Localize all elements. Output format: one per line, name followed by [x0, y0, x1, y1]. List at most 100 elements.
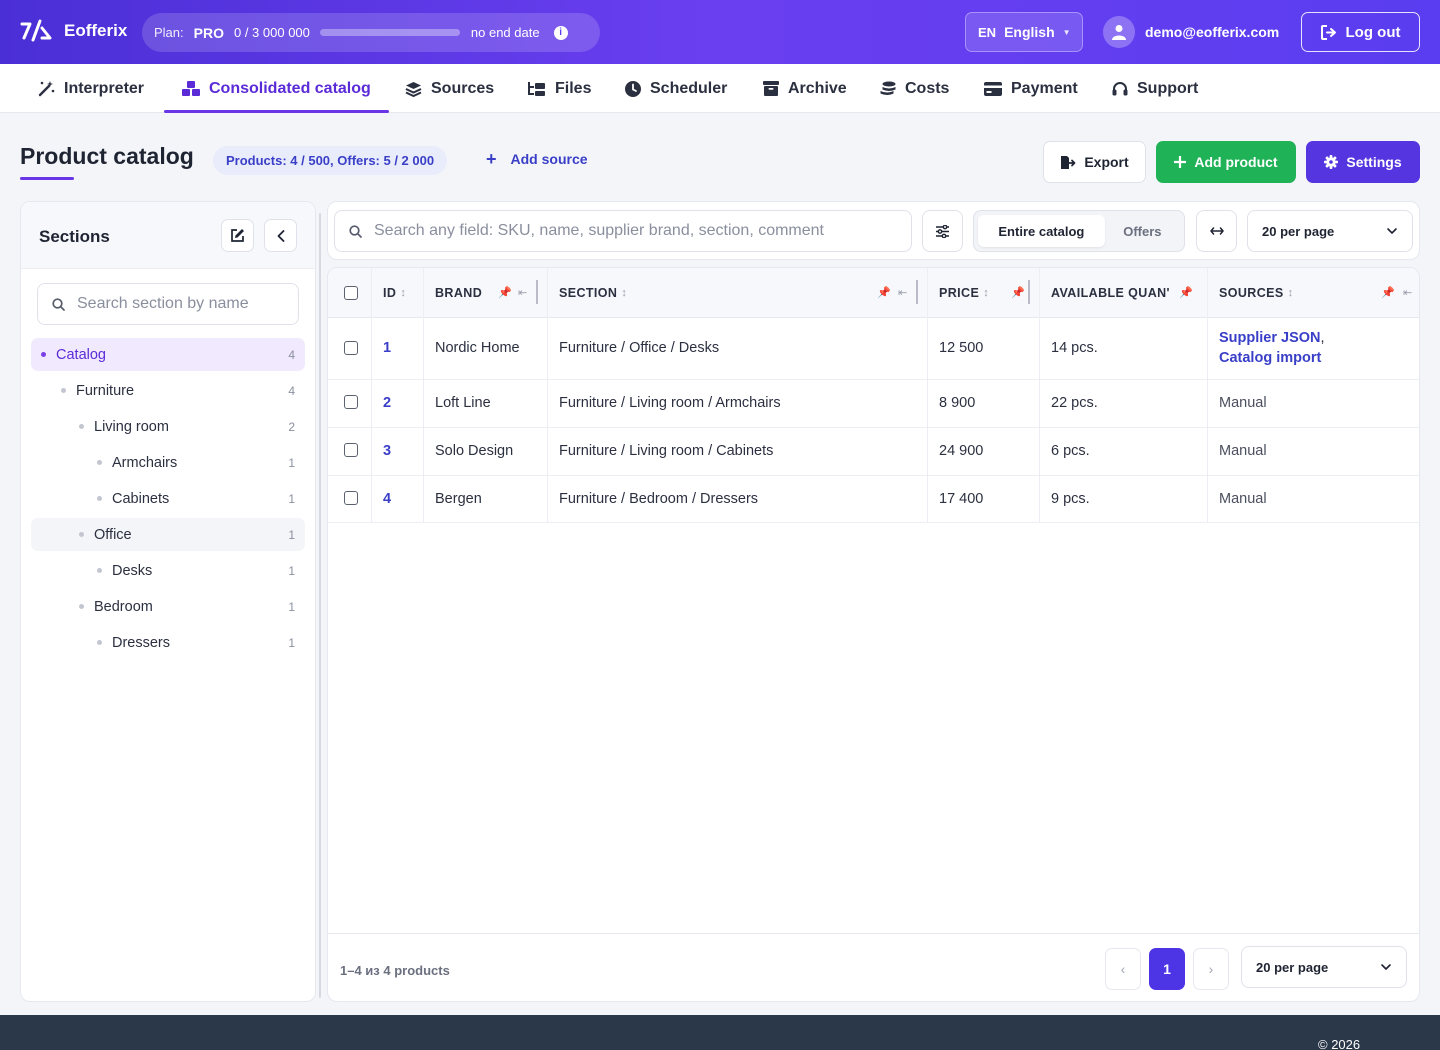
pin-icon[interactable]: 📌: [498, 286, 512, 299]
pin-left-icon[interactable]: ⇤: [1403, 286, 1412, 299]
catalog-search-input[interactable]: Search any field: SKU, name, supplier br…: [334, 210, 912, 252]
per-page-select[interactable]: 20 per page: [1247, 210, 1413, 252]
product-id-link[interactable]: 3: [383, 443, 391, 459]
sort-icon[interactable]: ↕: [621, 287, 627, 299]
tab-label: Files: [555, 79, 592, 97]
select-all-checkbox[interactable]: [344, 286, 358, 300]
source-link[interactable]: Catalog import: [1219, 350, 1321, 366]
pin-left-icon[interactable]: ⇤: [518, 286, 527, 299]
pin-icon[interactable]: 📌: [877, 286, 891, 299]
tree-bullet: [79, 604, 84, 609]
tab-files[interactable]: Files: [528, 64, 591, 113]
add-source-label: Add source: [510, 151, 588, 167]
user-icon: [1112, 25, 1126, 40]
tree-item-catalog[interactable]: Catalog 4: [31, 338, 305, 371]
tree-label: Dressers: [112, 634, 171, 651]
tab-interpreter[interactable]: Interpreter: [38, 64, 144, 113]
column-header-available-quantity[interactable]: AVAILABLE QUAN': [1051, 268, 1170, 318]
user-menu[interactable]: demo@eofferix.com: [1103, 16, 1279, 48]
add-source-link[interactable]: + Add source: [486, 150, 588, 168]
product-id-link[interactable]: 1: [383, 340, 391, 356]
table-row[interactable]: 4 Bergen Furniture / Bedroom / Dressers …: [328, 476, 1419, 523]
column-header-section[interactable]: SECTION ↕: [559, 268, 627, 318]
section-search-input[interactable]: Search section by name: [37, 283, 299, 325]
tab-label: Consolidated catalog: [209, 79, 371, 97]
tree-item-living-room[interactable]: Living room 2: [31, 410, 305, 443]
plan-progress-bar: [319, 29, 460, 36]
column-header-id[interactable]: ID ↕: [383, 268, 406, 318]
section-cell: Furniture / Office / Desks: [559, 340, 720, 356]
column-header-price[interactable]: PRICE ↕: [939, 268, 989, 318]
sort-icon[interactable]: ↕: [400, 287, 406, 299]
logo-icon: [20, 19, 52, 42]
tree-item-bedroom[interactable]: Bedroom 1: [31, 590, 305, 623]
segment-offers[interactable]: Offers: [1105, 215, 1180, 247]
column-resize-handle[interactable]: [1028, 280, 1030, 304]
logout-button[interactable]: Log out: [1301, 12, 1420, 52]
tree-item-office[interactable]: Office 1: [31, 518, 305, 551]
tab-support[interactable]: Support: [1112, 64, 1198, 113]
sort-icon[interactable]: ↕: [983, 287, 989, 299]
brand-cell: Solo Design: [435, 443, 514, 459]
row-checkbox[interactable]: [344, 341, 358, 355]
tab-archive[interactable]: Archive: [763, 64, 847, 113]
edit-sections-button[interactable]: [221, 219, 254, 252]
plan-usage: Plan: PRO 0 / 3 000 000 no end date i: [142, 13, 600, 52]
footer-per-page-select[interactable]: 20 per page: [1241, 946, 1407, 988]
tab-sources[interactable]: Sources: [405, 64, 494, 113]
limits-badge: Products: 4 / 500, Offers: 5 / 2 000: [213, 146, 448, 175]
sort-icon[interactable]: ↕: [1288, 287, 1294, 299]
tree-bullet: [79, 424, 84, 429]
column-resize-handle[interactable]: [916, 280, 918, 304]
sidebar-resize-handle[interactable]: [319, 213, 321, 998]
tab-payment[interactable]: Payment: [984, 64, 1078, 113]
segment-entire-catalog[interactable]: Entire catalog: [978, 215, 1105, 247]
tree-item-dressers[interactable]: Dressers 1: [31, 626, 305, 659]
info-icon[interactable]: i: [553, 25, 568, 40]
tree-item-armchairs[interactable]: Armchairs 1: [31, 446, 305, 479]
catalog-search-placeholder: Search any field: SKU, name, supplier br…: [374, 222, 824, 239]
tree-item-cabinets[interactable]: Cabinets 1: [31, 482, 305, 515]
settings-button[interactable]: Settings: [1306, 141, 1420, 183]
tree-item-furniture[interactable]: Furniture 4: [31, 374, 305, 407]
pin-icon[interactable]: 📌: [1381, 286, 1395, 299]
column-header-brand[interactable]: BRAND: [435, 268, 482, 318]
export-button[interactable]: Export: [1043, 141, 1146, 183]
source-link[interactable]: Supplier JSON: [1219, 330, 1321, 346]
product-id-link[interactable]: 2: [383, 395, 391, 411]
pin-icon[interactable]: 📌: [1011, 286, 1025, 299]
tree-count: 1: [288, 491, 295, 506]
app-logo[interactable]: Eofferix: [20, 18, 127, 44]
language-select[interactable]: EN English ▼: [965, 12, 1083, 52]
tab-consolidated-catalog[interactable]: Consolidated catalog: [164, 64, 389, 113]
section-cell: Furniture / Living room / Cabinets: [559, 443, 774, 459]
page-1-button[interactable]: 1: [1149, 948, 1185, 990]
prev-page-button[interactable]: ‹: [1105, 948, 1141, 990]
column-label: SOURCES: [1219, 286, 1284, 300]
table-row[interactable]: 2 Loft Line Furniture / Living room / Ar…: [328, 380, 1419, 428]
row-checkbox[interactable]: [344, 491, 358, 505]
next-page-button[interactable]: ›: [1193, 948, 1229, 990]
row-checkbox[interactable]: [344, 443, 358, 457]
search-icon: [52, 297, 65, 311]
collapse-sidebar-button[interactable]: [264, 219, 297, 252]
filter-button[interactable]: [922, 210, 963, 252]
pin-left-icon[interactable]: ⇤: [898, 286, 907, 299]
pin-icon[interactable]: 📌: [1179, 286, 1193, 299]
row-checkbox[interactable]: [344, 395, 358, 409]
catalog-view-toggle: Entire catalog Offers: [973, 210, 1185, 252]
add-product-button[interactable]: Add product: [1156, 141, 1296, 183]
column-resize-handle[interactable]: [536, 280, 538, 304]
tree-bullet: [97, 460, 102, 465]
table-row[interactable]: 1 Nordic Home Furniture / Office / Desks…: [328, 318, 1419, 380]
tab-costs[interactable]: Costs: [880, 64, 949, 113]
tab-scheduler[interactable]: Scheduler: [625, 64, 727, 113]
column-header-sources[interactable]: SOURCES ↕: [1219, 268, 1294, 318]
expand-columns-button[interactable]: [1196, 210, 1237, 252]
tree-item-desks[interactable]: Desks 1: [31, 554, 305, 587]
table-row[interactable]: 3 Solo Design Furniture / Living room / …: [328, 428, 1419, 476]
product-id-link[interactable]: 4: [383, 491, 391, 507]
chevron-down-icon: [1387, 228, 1397, 234]
tree-count: 1: [288, 635, 295, 650]
tree-bullet: [97, 496, 102, 501]
